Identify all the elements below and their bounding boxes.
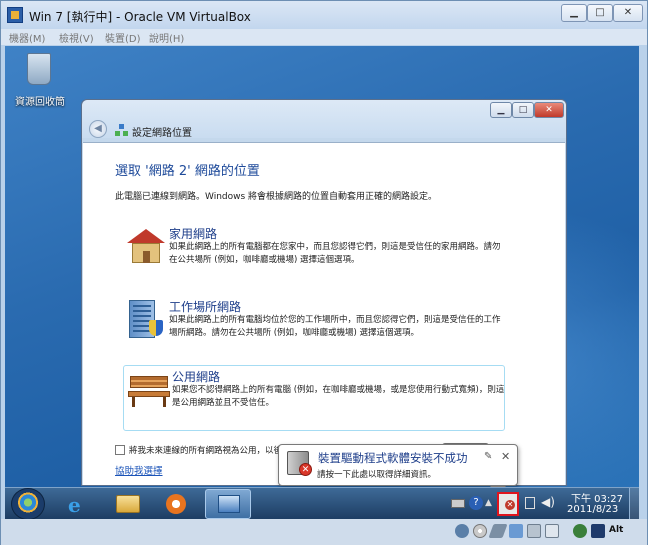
menu-machine[interactable]: 機器(M) [9, 30, 45, 45]
virtualization-icon [573, 524, 587, 538]
system-tray: ? ▲ ✕ ◀) 下午 03:27 2011/8/23 [445, 488, 639, 520]
option-home-network[interactable]: 家用網路 如果此網路上的所有電腦都在您家中，而且您認得它們，則這是受信任的家用網… [121, 223, 505, 285]
dialog-heading: 選取 '網路 2' 網路的位置 [115, 164, 260, 179]
driver-install-notification[interactable]: ✕ 裝置驅動程式軟體安裝不成功 請按一下此處以取得詳細資訊。 ✎ ✕ [278, 444, 518, 495]
show-desktop-button[interactable] [629, 488, 639, 520]
notification-close-icon[interactable]: ✕ [501, 450, 510, 463]
dialog-maximize-button[interactable]: □ [512, 102, 534, 118]
minimize-button[interactable]: ▁ [561, 4, 587, 22]
network-tray-icon[interactable] [525, 497, 535, 509]
option-home-desc: 如果此網路上的所有電腦都在您家中，而且您認得它們，則這是受信任的家用網路。請勿在… [169, 242, 501, 265]
option-public-network[interactable]: 公用網路 如果您不認得網路上的所有電腦 (例如，在咖啡廳或機場，或是您使用行動式… [123, 365, 505, 431]
folder-icon [116, 495, 140, 513]
house-icon [125, 227, 165, 263]
title-bar: Win 7 [執行中] - Oracle VM VirtualBox ▁ □ ✕ [1, 1, 647, 29]
menu-help[interactable]: 說明(H) [149, 30, 184, 45]
error-icon: ✕ [299, 463, 312, 476]
notification-title: 裝置驅動程式軟體安裝不成功 [318, 451, 468, 465]
option-home-title: 家用網路 [169, 227, 218, 241]
menu-bar: 機器(M) 檢視(V) 裝置(D) 說明(H) [1, 29, 647, 45]
recycle-bin-label: 資源回收筒 [15, 97, 65, 108]
dialog-content: 選取 '網路 2' 網路的位置 此電腦已連線到網路。Windows 將會根據網路… [83, 142, 565, 485]
treat-all-public-checkbox[interactable] [115, 445, 125, 455]
error-badge-icon: ✕ [505, 500, 515, 510]
dialog-breadcrumb: 設定網路位置 [132, 128, 192, 139]
dialog-title-bar: ▁ □ ✕ ◀ 設定網路位置 [82, 100, 566, 139]
start-button[interactable] [11, 488, 45, 520]
close-button[interactable]: ✕ [613, 4, 643, 22]
help-icon[interactable]: ? [469, 496, 483, 510]
network-icon [115, 124, 128, 136]
recycle-bin[interactable]: 資源回收筒 [15, 51, 65, 111]
dialog-minimize-button[interactable]: ▁ [490, 102, 512, 118]
office-building-icon [125, 300, 165, 338]
mouse-integration-icon[interactable] [591, 524, 605, 538]
virtualbox-status-bar: Alt [1, 519, 647, 545]
media-player-icon [166, 494, 186, 514]
virtualbox-app-icon [7, 7, 23, 23]
taskbar: e ? ▲ ✕ ◀) 下午 03:27 2011/8/23 [5, 487, 639, 520]
taskbar-media-player[interactable] [155, 490, 197, 518]
option-public-desc: 如果您不認得網路上的所有電腦 (例如，在咖啡廳或機場，或是您使用行動式寬頻)，則… [172, 385, 505, 408]
taskbar-file-explorer[interactable] [107, 490, 149, 518]
menu-view[interactable]: 檢視(V) [59, 30, 94, 45]
recycle-bin-icon [27, 53, 51, 85]
shared-folders-icon[interactable] [527, 524, 541, 538]
options-icon[interactable]: ✎ [484, 451, 492, 462]
taskbar-network-window[interactable] [205, 489, 251, 519]
optical-drive-icon[interactable] [473, 524, 487, 538]
keyboard-icon[interactable] [451, 499, 465, 508]
window-title: Win 7 [執行中] - Oracle VM VirtualBox [29, 10, 251, 24]
hard-disk-icon[interactable] [455, 524, 469, 538]
option-public-title: 公用網路 [172, 370, 221, 384]
option-work-title: 工作場所網路 [169, 300, 242, 314]
option-work-network[interactable]: 工作場所網路 如果此網路上的所有電腦均位於您的工作場所中，而且您認得它們，則這是… [121, 296, 505, 358]
display-icon[interactable] [545, 524, 559, 538]
host-key-indicator: Alt [609, 525, 624, 535]
menu-devices[interactable]: 裝置(D) [105, 30, 141, 45]
maximize-button[interactable]: □ [587, 4, 613, 22]
park-bench-icon [128, 370, 170, 407]
option-work-desc: 如果此網路上的所有電腦均位於您的工作場所中，而且您認得它們，則這是受信任的工作場… [169, 315, 501, 338]
network-window-icon [218, 495, 240, 513]
clock-time[interactable]: 下午 03:27 [571, 490, 623, 505]
guest-desktop: 資源回收筒 ▁ □ ✕ ◀ 設定網路位置 選取 '網路 2' 網路的位置 此電腦… [5, 46, 639, 487]
volume-icon[interactable]: ◀) [541, 495, 555, 509]
dialog-intro: 此電腦已連線到網路。Windows 將會根據網路的位置自動套用正確的網路設定。 [115, 192, 438, 202]
back-arrow-icon[interactable]: ◀ [89, 120, 107, 138]
help-me-choose-link[interactable]: 協助我選擇 [115, 463, 163, 477]
driver-error-tray-icon[interactable]: ✕ [497, 492, 519, 516]
internet-explorer-icon: e [68, 493, 81, 517]
taskbar-internet-explorer[interactable]: e [57, 490, 99, 518]
network-location-dialog: ▁ □ ✕ ◀ 設定網路位置 選取 '網路 2' 網路的位置 此電腦已連線到網路… [81, 99, 567, 486]
usb-icon[interactable] [488, 524, 508, 538]
clock-date[interactable]: 2011/8/23 [567, 504, 618, 515]
network-adapter-icon[interactable] [509, 524, 523, 538]
notification-message: 請按一下此處以取得詳細資訊。 [317, 470, 437, 480]
dialog-close-button[interactable]: ✕ [534, 102, 564, 118]
virtualbox-window: Win 7 [執行中] - Oracle VM VirtualBox ▁ □ ✕… [0, 0, 648, 545]
